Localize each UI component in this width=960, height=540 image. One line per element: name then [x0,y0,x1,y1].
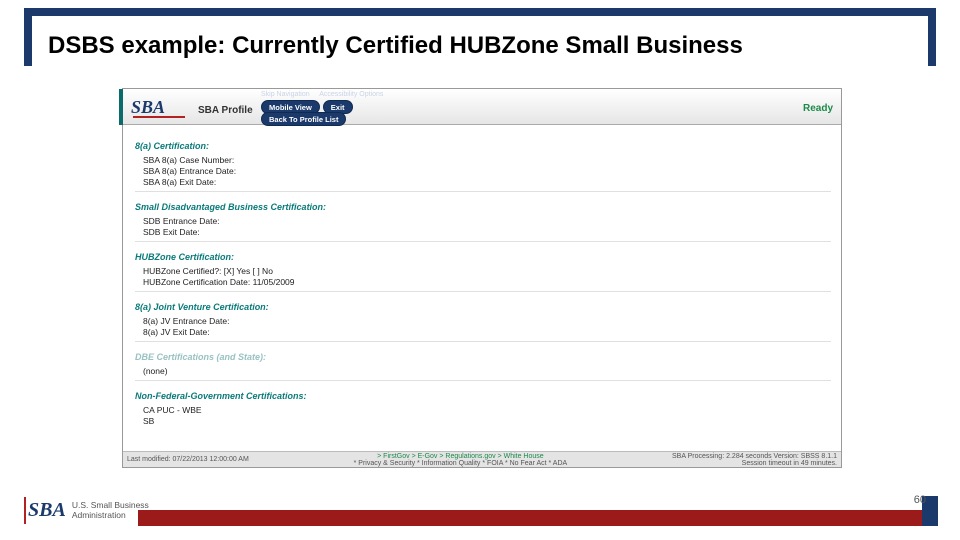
processing-text: SBA Processing: 2.284 seconds Version: S… [672,453,837,460]
field-8a-jv-entrance: 8(a) JV Entrance Date: [143,316,831,326]
section-8a-jv-header: 8(a) Joint Venture Certification: [135,302,831,312]
header-edge-decoration [119,89,123,125]
sba-profile-label: SBA Profile [198,105,253,116]
status-center: > FirstGov > E-Gov > Regulations.gov > W… [249,453,672,467]
section-dbe-header: DBE Certifications (and State): [135,352,831,362]
divider [135,291,831,292]
divider [135,241,831,242]
legal-links: * Privacy & Security * Information Quali… [249,460,672,467]
status-bar: Last modified: 07/22/2013 12:00:00 AM > … [123,451,841,467]
field-8a-case-number: SBA 8(a) Case Number: [143,155,831,165]
field-sdb-entrance: SDB Entrance Date: [143,216,831,226]
divider [135,341,831,342]
divider [135,380,831,381]
status-right: SBA Processing: 2.284 seconds Version: S… [672,453,837,467]
section-8a-cert-header: 8(a) Certification: [135,141,831,151]
field-sdb-exit: SDB Exit Date: [143,227,831,237]
skip-navigation-link[interactable]: Skip Navigation [261,91,310,98]
gov-links: > FirstGov > E-Gov > Regulations.gov > W… [249,453,672,460]
dsbs-screenshot: SBA SBA Profile Skip Navigation Accessib… [122,88,842,468]
footer-red-bar [138,510,930,526]
field-dbe-none: (none) [143,366,831,376]
field-nonfed-1: CA PUC - WBE [143,405,831,415]
section-nonfed-header: Non-Federal-Government Certifications: [135,391,831,401]
section-hubzone-header: HUBZone Certification: [135,252,831,262]
last-modified-text: Last modified: 07/22/2013 12:00:00 AM [127,456,249,463]
divider [135,191,831,192]
section-sdb-header: Small Disadvantaged Business Certificati… [135,202,831,212]
page-number: 60 [914,494,926,506]
session-timeout-text: Session timeout in 49 minutes. [672,460,837,467]
pill-row-2: Back To Profile List [261,112,346,126]
field-8a-exit-date: SBA 8(a) Exit Date: [143,177,831,187]
back-to-profile-list-button[interactable]: Back To Profile List [261,112,346,126]
field-nonfed-2: SB [143,416,831,426]
footer-logo-mark: SBA [28,499,66,522]
field-8a-entrance-date: SBA 8(a) Entrance Date: [143,166,831,176]
ready-status: Ready [803,103,833,114]
screenshot-header: SBA SBA Profile Skip Navigation Accessib… [123,89,841,125]
sba-logo-underline [133,116,185,118]
slide-footer: SBA U.S. Small Business Administration 6… [0,484,960,540]
slide-title: DSBS example: Currently Certified HUBZon… [44,32,747,60]
accessibility-options-link[interactable]: Accessibility Options [319,91,383,98]
field-hubzone-certified: HUBZone Certified?: [X] Yes [ ] No [143,266,831,276]
sba-logo: SBA [131,97,165,118]
field-hubzone-cert-date: HUBZone Certification Date: 11/05/2009 [143,277,831,287]
profile-body: 8(a) Certification: SBA 8(a) Case Number… [123,125,841,426]
footer-sba-logo: SBA U.S. Small Business Administration [28,499,149,522]
top-nav-links: Skip Navigation Accessibility Options [261,91,391,98]
field-8a-jv-exit: 8(a) JV Exit Date: [143,327,831,337]
